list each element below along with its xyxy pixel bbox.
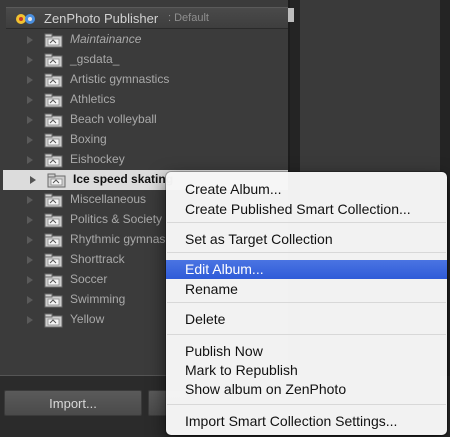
collection-row[interactable]: Eishockey xyxy=(0,150,288,170)
collection-row[interactable]: Artistic gymnastics xyxy=(0,70,288,90)
disclosure-triangle-icon[interactable] xyxy=(25,195,35,205)
collection-row[interactable]: Beach volleyball xyxy=(0,110,288,130)
disclosure-triangle-icon[interactable] xyxy=(25,135,35,145)
context-menu: Create Album... Create Published Smart Co… xyxy=(166,172,447,435)
collection-label: Maintainance xyxy=(70,32,142,46)
collection-row[interactable]: _gsdata_ xyxy=(0,50,288,70)
published-collection-icon xyxy=(44,253,63,268)
menu-separator xyxy=(167,334,446,335)
collection-label: Eishockey xyxy=(70,152,125,166)
menu-item-show-album-on-zenphoto[interactable]: Show album on ZenPhoto xyxy=(166,380,447,399)
published-collection-icon xyxy=(44,193,63,208)
collection-label: Shorttrack xyxy=(70,252,125,266)
menu-item-publish-now[interactable]: Publish Now xyxy=(166,342,447,361)
published-collection-icon xyxy=(44,133,63,148)
disclosure-triangle-icon[interactable] xyxy=(25,95,35,105)
collection-label: Miscellaneous xyxy=(70,192,147,206)
published-collection-icon xyxy=(44,93,63,108)
menu-item-set-as-target-collection[interactable]: Set as Target Collection xyxy=(166,230,447,249)
disclosure-triangle-icon[interactable] xyxy=(25,215,35,225)
collection-label: Soccer xyxy=(70,272,108,286)
import-button[interactable]: Import... xyxy=(4,390,142,416)
published-collection-icon xyxy=(44,153,63,168)
collection-label: Athletics xyxy=(70,92,116,106)
disclosure-triangle-icon[interactable] xyxy=(25,235,35,245)
disclosure-triangle-icon[interactable] xyxy=(25,35,35,45)
published-collection-icon xyxy=(44,113,63,128)
publisher-header[interactable]: ZenPhoto Publisher : Default xyxy=(6,7,294,29)
published-collection-icon xyxy=(44,293,63,308)
collection-label: Rhythmic gymnas xyxy=(70,232,166,246)
collection-row[interactable]: Athletics xyxy=(0,90,288,110)
collection-row[interactable]: Maintainance xyxy=(0,30,288,50)
collection-label: Beach volleyball xyxy=(70,112,157,126)
published-collection-icon xyxy=(47,173,66,188)
menu-item-delete[interactable]: Delete xyxy=(166,310,447,329)
published-collection-icon xyxy=(44,73,63,88)
menu-item-create-album[interactable]: Create Album... xyxy=(166,180,447,199)
disclosure-triangle-icon[interactable] xyxy=(25,275,35,285)
publisher-title: ZenPhoto Publisher xyxy=(44,11,159,26)
published-collection-icon xyxy=(44,53,63,68)
disclosure-triangle-icon[interactable] xyxy=(25,75,35,85)
disclosure-triangle-icon[interactable] xyxy=(25,255,35,265)
disclosure-triangle-icon[interactable] xyxy=(25,295,35,305)
disclosure-triangle-icon[interactable] xyxy=(28,175,38,185)
menu-item-rename[interactable]: Rename xyxy=(166,280,447,299)
collection-label: Yellow xyxy=(70,312,105,326)
collection-label: Ice speed skating xyxy=(73,172,174,186)
disclosure-triangle-icon[interactable] xyxy=(25,315,35,325)
disclosure-triangle-icon[interactable] xyxy=(25,55,35,65)
zenphoto-logo-icon xyxy=(16,14,35,24)
menu-item-edit-album[interactable]: Edit Album... xyxy=(166,260,447,279)
menu-item-mark-to-republish[interactable]: Mark to Republish xyxy=(166,361,447,380)
collection-label: Swimming xyxy=(70,292,126,306)
disclosure-triangle-icon[interactable] xyxy=(25,155,35,165)
published-collection-icon xyxy=(44,213,63,228)
menu-item-import-smart-collection-settings[interactable]: Import Smart Collection Settings... xyxy=(166,412,447,431)
published-collection-icon xyxy=(44,273,63,288)
published-collection-icon xyxy=(44,33,63,48)
header-corner xyxy=(288,8,294,22)
menu-separator xyxy=(167,252,446,253)
collection-label: Boxing xyxy=(70,132,107,146)
collection-row[interactable]: Boxing xyxy=(0,130,288,150)
menu-separator xyxy=(167,302,446,303)
published-collection-icon xyxy=(44,233,63,248)
menu-separator xyxy=(167,222,446,223)
published-collection-icon xyxy=(44,313,63,328)
publisher-subtitle: : Default xyxy=(168,12,209,24)
collection-label: _gsdata_ xyxy=(70,52,120,66)
menu-item-create-published-smart-collection[interactable]: Create Published Smart Collection... xyxy=(166,200,447,219)
disclosure-triangle-icon[interactable] xyxy=(25,115,35,125)
collection-label: Artistic gymnastics xyxy=(70,72,170,86)
menu-separator xyxy=(167,404,446,405)
collection-label: Politics & Society xyxy=(70,212,163,226)
